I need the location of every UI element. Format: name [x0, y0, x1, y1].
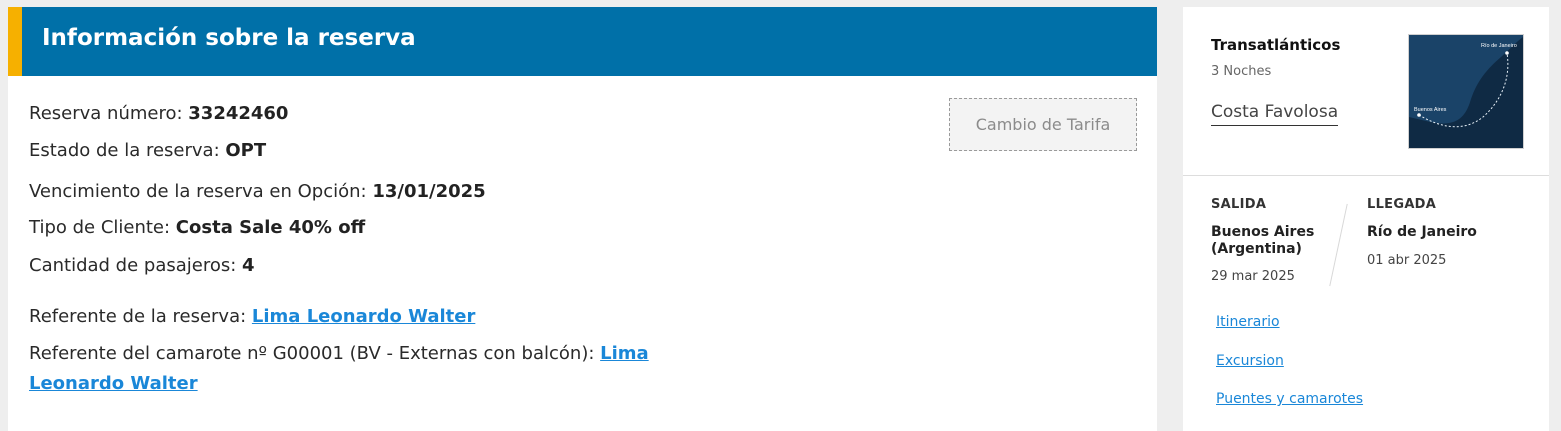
- referente-camarote-link[interactable]: Lima: [600, 343, 649, 364]
- referente-camarote-label: Referente del camarote nº G00001 (BV - E…: [29, 343, 601, 364]
- reserva-numero-row: Reserva número: 33242460: [29, 103, 288, 124]
- tipo-cliente-label: Tipo de Cliente:: [29, 217, 176, 238]
- salida-label: SALIDA: [1211, 197, 1267, 212]
- estado-value: OPT: [225, 140, 267, 161]
- cruise-type: Transatlánticos: [1211, 36, 1341, 54]
- cruise-summary-card: Transatlánticos 3 Noches Costa Favolosa …: [1183, 7, 1549, 431]
- reserva-numero-label: Reserva número:: [29, 103, 189, 124]
- llegada-label: LLEGADA: [1367, 197, 1437, 212]
- pasajeros-label: Cantidad de pasajeros:: [29, 255, 243, 276]
- map-label-start: Buenos Aires: [1414, 107, 1447, 113]
- referente-reserva-label: Referente de la reserva:: [29, 306, 252, 327]
- end-port-dot: [1505, 51, 1509, 55]
- salida-date: 29 mar 2025: [1211, 269, 1295, 284]
- referente-camarote-link-cont[interactable]: Leonardo Walter: [29, 373, 198, 394]
- salida-city-line2: (Argentina): [1211, 241, 1302, 257]
- cambio-tarifa-button[interactable]: Cambio de Tarifa: [949, 98, 1137, 151]
- route-map[interactable]: Buenos Aires Río de Janeiro: [1408, 34, 1524, 149]
- tipo-cliente-value: Costa Sale 40% off: [175, 217, 366, 238]
- referente-camarote-row: Referente del camarote nº G00001 (BV - E…: [29, 343, 649, 364]
- vencimiento-row: Vencimiento de la reserva en Opción: 13/…: [29, 181, 486, 202]
- excursion-link[interactable]: Excursion: [1216, 353, 1284, 369]
- ship-name: Costa Favolosa: [1211, 102, 1339, 126]
- estado-label: Estado de la reserva:: [29, 140, 226, 161]
- estado-row: Estado de la reserva: OPT: [29, 140, 266, 161]
- booking-info-header: Información sobre la reserva: [8, 7, 1157, 76]
- puentes-camarotes-link[interactable]: Puentes y camarotes: [1216, 391, 1363, 407]
- cruise-nights: 3 Noches: [1211, 64, 1272, 79]
- itinerario-link[interactable]: Itinerario: [1216, 314, 1280, 330]
- route-map-svg: Buenos Aires Río de Janeiro: [1409, 35, 1523, 148]
- vencimiento-value: 13/01/2025: [372, 181, 486, 202]
- vencimiento-label: Vencimiento de la reserva en Opción:: [29, 181, 373, 202]
- referente-reserva-row: Referente de la reserva: Lima Leonardo W…: [29, 306, 475, 327]
- page-title: Información sobre la reserva: [42, 25, 416, 51]
- reserva-numero-value: 33242460: [188, 103, 289, 124]
- llegada-city: Río de Janeiro: [1367, 224, 1477, 240]
- pasajeros-value: 4: [242, 255, 255, 276]
- route-separator: [1329, 203, 1348, 287]
- referente-reserva-link[interactable]: Lima Leonardo Walter: [252, 306, 475, 327]
- header-accent-bar: [8, 7, 22, 76]
- map-label-end: Río de Janeiro: [1481, 43, 1517, 49]
- salida-city-line1: Buenos Aires: [1211, 224, 1315, 240]
- booking-info-panel: Información sobre la reserva Reserva núm…: [8, 7, 1157, 431]
- start-port-dot: [1417, 113, 1421, 117]
- llegada-date: 01 abr 2025: [1367, 253, 1447, 268]
- pasajeros-row: Cantidad de pasajeros: 4: [29, 255, 255, 276]
- tipo-cliente-row: Tipo de Cliente: Costa Sale 40% off: [29, 217, 365, 238]
- salida-city: Buenos Aires (Argentina): [1211, 224, 1314, 258]
- card-divider: [1183, 175, 1549, 176]
- referente-camarote-row-cont: Leonardo Walter: [29, 373, 198, 394]
